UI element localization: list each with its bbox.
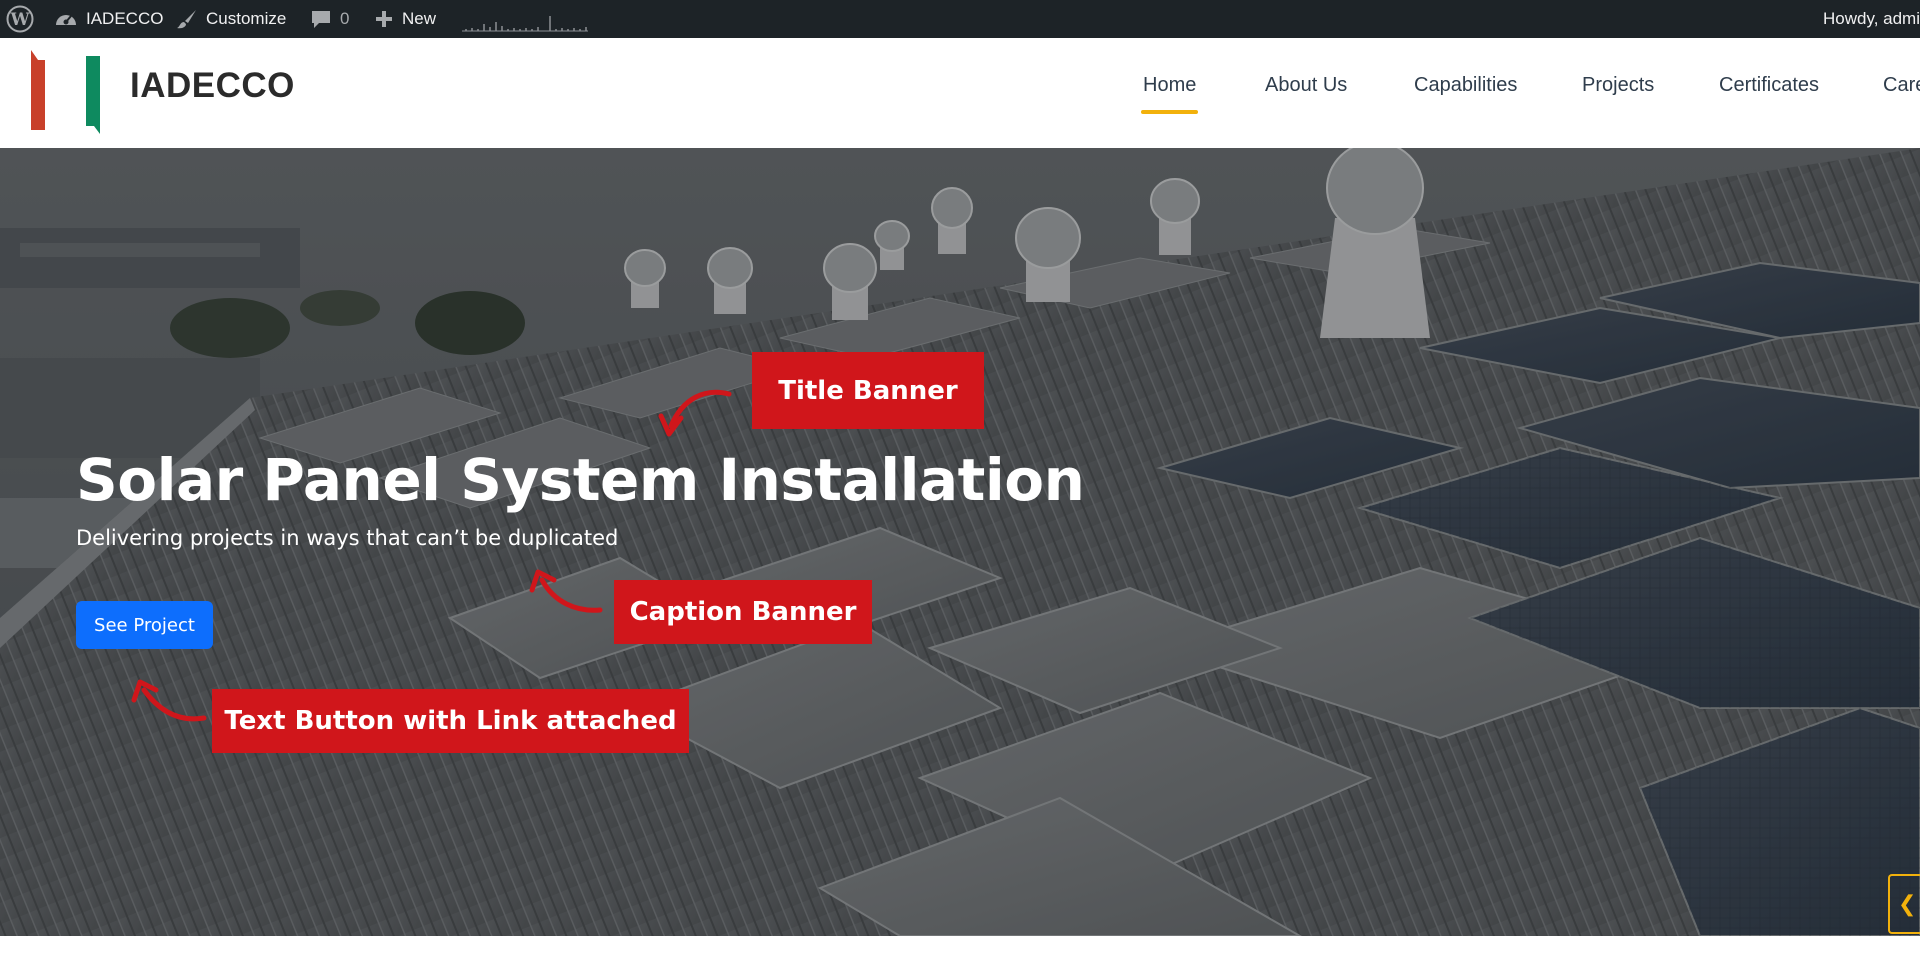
dashboard-gauge-icon: [56, 15, 76, 25]
chevron-left-icon: ❮: [1898, 891, 1917, 917]
iadecco-logo-icon[interactable]: [28, 46, 106, 136]
svg-text:W: W: [9, 10, 30, 30]
nav-item-careers[interactable]: Care: [1883, 74, 1920, 97]
site-title[interactable]: IADECCO: [130, 66, 295, 106]
hero-slider: Solar Panel System Installation Deliveri…: [0, 148, 1920, 936]
wordpress-logo-button[interactable]: W: [6, 0, 34, 38]
new-label: New: [402, 9, 437, 28]
plus-icon: [376, 11, 392, 27]
active-nav-underline: [1141, 110, 1198, 114]
nav-item-certificates[interactable]: Certificates: [1719, 74, 1819, 97]
title-curved-arrow-icon: [658, 389, 732, 437]
nav-item-home[interactable]: Home: [1143, 74, 1196, 97]
customize-link[interactable]: Customize: [176, 0, 286, 38]
site-header: IADECCO Home About Us Capabilities Proje…: [0, 38, 1920, 148]
see-project-button[interactable]: See Project: [76, 601, 213, 649]
paintbrush-icon: [177, 10, 196, 29]
my-account-menu[interactable]: Howdy, admi: [1823, 0, 1920, 38]
hero-caption: Delivering projects in ways that can’t b…: [76, 526, 619, 550]
nav-item-projects[interactable]: Projects: [1582, 74, 1654, 97]
nav-item-about-us[interactable]: About Us: [1265, 74, 1347, 97]
site-name-label: IADECCO: [86, 9, 164, 28]
new-content-menu[interactable]: New: [374, 0, 436, 38]
howdy-label: Howdy, admi: [1823, 9, 1920, 28]
stats-sparkline-icon[interactable]: [462, 10, 588, 32]
comments-link[interactable]: 0: [310, 0, 349, 38]
site-name-menu[interactable]: IADECCO: [54, 0, 163, 38]
admin-bar: W IADECCO Customize 0 New Howdy, admi: [0, 0, 1920, 38]
caption-banner-annotation: Caption Banner: [614, 580, 872, 644]
customize-label: Customize: [206, 9, 287, 28]
comment-bubble-icon: [312, 11, 330, 28]
page-bottom-strip: [0, 936, 1920, 953]
nav-item-capabilities[interactable]: Capabilities: [1414, 74, 1517, 97]
wordpress-icon: W: [6, 5, 34, 33]
title-banner-annotation: Title Banner: [752, 352, 984, 429]
slider-prev-arrow-button[interactable]: ❮: [1888, 874, 1920, 934]
button-banner-annotation: Text Button with Link attached: [212, 689, 689, 753]
caption-curved-arrow-icon: [529, 569, 603, 613]
hero-title: Solar Panel System Installation: [76, 446, 1085, 514]
button-curved-arrow-icon: [131, 679, 207, 722]
comments-count: 0: [340, 9, 350, 28]
